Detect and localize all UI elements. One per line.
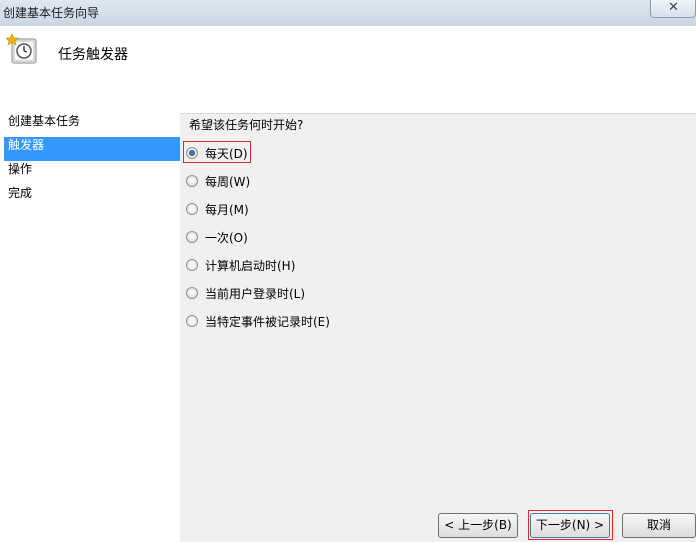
selected-option-highlight: [183, 141, 251, 163]
step-trigger[interactable]: 触发器: [4, 137, 180, 161]
radio-button[interactable]: [186, 203, 198, 215]
option-at-logon[interactable]: 当前用户登录时(L): [186, 282, 346, 302]
window-title: 创建基本任务向导: [3, 6, 100, 20]
option-on-event[interactable]: 当特定事件被记录时(E): [186, 310, 346, 330]
cancel-button[interactable]: 取消: [622, 513, 696, 538]
option-label: 每月(M): [205, 203, 249, 217]
step-create-basic-task[interactable]: 创建基本任务: [4, 113, 180, 137]
option-label: 当特定事件被记录时(E): [205, 315, 330, 329]
trigger-prompt: 希望该任务何时开始?: [189, 118, 304, 132]
radio-button[interactable]: [186, 287, 198, 299]
next-button[interactable]: 下一步(N) >: [530, 513, 610, 538]
option-weekly[interactable]: 每周(W): [186, 170, 346, 190]
option-label: 当前用户登录时(L): [205, 287, 306, 301]
radio-button[interactable]: [186, 231, 198, 243]
steps-pane: 创建基本任务 触发器 操作 完成: [0, 113, 180, 542]
option-at-startup[interactable]: 计算机启动时(H): [186, 254, 346, 274]
close-icon: ✕: [668, 0, 679, 15]
step-finish[interactable]: 完成: [4, 185, 180, 209]
radio-button[interactable]: [186, 315, 198, 327]
option-label: 计算机启动时(H): [205, 259, 296, 273]
option-once[interactable]: 一次(O): [186, 226, 346, 246]
option-label: 一次(O): [205, 231, 248, 245]
option-monthly[interactable]: 每月(M): [186, 198, 346, 218]
page-title: 任务触发器: [58, 47, 128, 63]
radio-button[interactable]: [186, 259, 198, 271]
radio-button[interactable]: [186, 175, 198, 187]
close-button[interactable]: ✕: [650, 0, 696, 18]
title-bar: 创建基本任务向导 ✕: [0, 0, 696, 26]
wizard-header: 任务触发器: [0, 26, 696, 114]
back-button[interactable]: < 上一步(B): [438, 513, 518, 538]
option-label: 每周(W): [205, 175, 251, 189]
step-action[interactable]: 操作: [4, 161, 180, 185]
task-clock-icon: [6, 33, 37, 64]
steps-list: 创建基本任务 触发器 操作 完成: [4, 113, 180, 209]
